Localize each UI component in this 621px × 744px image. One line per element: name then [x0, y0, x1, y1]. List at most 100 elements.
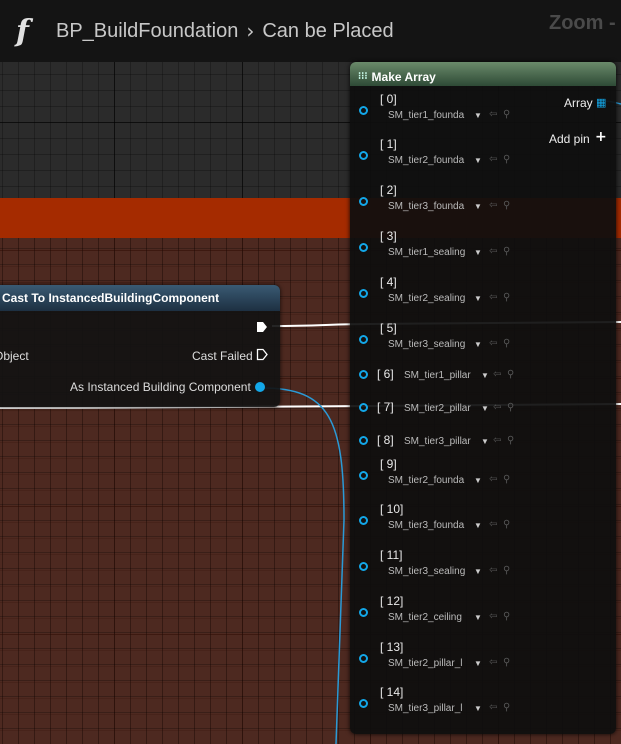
- chevron-down-icon[interactable]: ▼: [474, 704, 482, 713]
- component-output-label: As Instanced Building Component: [70, 380, 251, 394]
- array-element-pin-row[interactable]: [ 8] SM_tier3_pillar ▼ ⇦ ⚲: [350, 431, 525, 451]
- browse-asset-icon[interactable]: ⚲: [507, 435, 537, 447]
- exec-out-pin-icon[interactable]: [256, 321, 268, 333]
- chevron-down-icon[interactable]: ▼: [474, 521, 482, 530]
- asset-dropdown[interactable]: SM_tier2_sealing ▼: [388, 291, 483, 306]
- asset-dropdown[interactable]: SM_tier3_sealing ▼: [388, 337, 483, 352]
- element-index-label: [ 12]: [380, 594, 404, 608]
- element-index-label: [ 8]: [377, 433, 394, 447]
- asset-dropdown[interactable]: SM_tier2_pillar_l ▼: [388, 656, 483, 671]
- asset-dropdown[interactable]: SM_tier2_ceiling ▼: [388, 610, 483, 625]
- array-element-pin-row[interactable]: [ 0] SM_tier1_founda ▼ ⇦ ⚲: [350, 92, 520, 126]
- chevron-down-icon[interactable]: ▼: [481, 371, 489, 380]
- array-element-pin-row[interactable]: [ 12] SM_tier2_ceiling ▼ ⇦ ⚲: [350, 594, 520, 628]
- array-element-pin-row[interactable]: [ 4] SM_tier2_sealing ▼ ⇦ ⚲: [350, 275, 520, 309]
- browse-asset-icon[interactable]: ⚲: [503, 292, 533, 304]
- element-index-label: [ 13]: [380, 640, 404, 654]
- element-input-pin-icon[interactable]: [359, 516, 368, 525]
- cast-node[interactable]: Cast To InstancedBuildingComponent Objec…: [0, 285, 280, 407]
- title-bar: f BP_BuildFoundation › Can be Placed Zoo…: [0, 0, 621, 62]
- browse-asset-icon[interactable]: ⚲: [503, 702, 533, 714]
- element-input-pin-icon[interactable]: [359, 197, 368, 206]
- asset-dropdown[interactable]: SM_tier2_founda ▼: [388, 473, 483, 488]
- asset-dropdown[interactable]: SM_tier3_founda ▼: [388, 199, 483, 214]
- chevron-down-icon[interactable]: ▼: [474, 202, 482, 211]
- element-input-pin-icon[interactable]: [359, 243, 368, 252]
- make-array-node[interactable]: ⁝⁝⁝ Make Array Array ▦ Add pin + [ 0] SM_…: [350, 62, 616, 734]
- array-element-pin-row[interactable]: [ 14] SM_tier3_pillar_l ▼ ⇦ ⚲: [350, 685, 520, 719]
- asset-dropdown[interactable]: SM_tier1_sealing ▼: [388, 245, 483, 260]
- browse-asset-icon[interactable]: ⚲: [503, 154, 533, 166]
- function-icon: f: [16, 13, 29, 49]
- chevron-down-icon[interactable]: ▼: [474, 613, 482, 622]
- browse-asset-icon[interactable]: ⚲: [503, 338, 533, 350]
- asset-dropdown[interactable]: SM_tier3_founda ▼: [388, 518, 483, 533]
- asset-dropdown[interactable]: SM_tier3_sealing ▼: [388, 564, 483, 579]
- array-element-pin-row[interactable]: [ 10] SM_tier3_founda ▼ ⇦ ⚲: [350, 502, 520, 536]
- make-array-title-bar[interactable]: ⁝⁝⁝ Make Array: [350, 62, 616, 86]
- chevron-down-icon[interactable]: ▼: [481, 437, 489, 446]
- browse-asset-icon[interactable]: ⚲: [503, 657, 533, 669]
- element-index-label: [ 2]: [380, 183, 397, 197]
- array-element-pin-row[interactable]: [ 1] SM_tier2_founda ▼ ⇦ ⚲: [350, 137, 520, 171]
- cast-node-title[interactable]: Cast To InstancedBuildingComponent: [0, 285, 280, 311]
- element-input-pin-icon[interactable]: [359, 335, 368, 344]
- browse-asset-icon[interactable]: ⚲: [503, 565, 533, 577]
- element-input-pin-icon[interactable]: [359, 471, 368, 480]
- chevron-down-icon[interactable]: ▼: [474, 659, 482, 668]
- add-pin-icon[interactable]: +: [595, 129, 607, 145]
- asset-dropdown[interactable]: SM_tier1_pillar ▼: [404, 368, 489, 383]
- browse-asset-icon[interactable]: ⚲: [503, 519, 533, 531]
- element-input-pin-icon[interactable]: [359, 562, 368, 571]
- chevron-down-icon[interactable]: ▼: [474, 111, 482, 120]
- browse-asset-icon[interactable]: ⚲: [507, 369, 537, 381]
- array-element-pin-row[interactable]: [ 5] SM_tier3_sealing ▼ ⇦ ⚲: [350, 321, 520, 355]
- element-input-pin-icon[interactable]: [359, 654, 368, 663]
- browse-asset-icon[interactable]: ⚲: [503, 611, 533, 623]
- asset-dropdown[interactable]: SM_tier3_pillar_l ▼: [388, 701, 483, 716]
- browse-asset-icon[interactable]: ⚲: [503, 246, 533, 258]
- asset-dropdown[interactable]: SM_tier3_pillar ▼: [404, 434, 489, 449]
- browse-asset-icon[interactable]: ⚲: [507, 402, 537, 414]
- asset-name: SM_tier3_sealing: [388, 566, 466, 577]
- element-input-pin-icon[interactable]: [359, 289, 368, 298]
- cast-failed-pin-icon[interactable]: [256, 348, 268, 361]
- element-input-pin-icon[interactable]: [359, 608, 368, 617]
- element-input-pin-icon[interactable]: [359, 106, 368, 115]
- element-input-pin-icon[interactable]: [359, 151, 368, 160]
- chevron-down-icon[interactable]: ▼: [474, 340, 482, 349]
- chevron-down-icon[interactable]: ▼: [481, 404, 489, 413]
- cast-failed-label: Cast Failed: [192, 349, 253, 363]
- asset-dropdown[interactable]: SM_tier2_pillar ▼: [404, 401, 489, 416]
- chevron-down-icon[interactable]: ▼: [474, 248, 482, 257]
- chevron-down-icon[interactable]: ▼: [474, 294, 482, 303]
- browse-asset-icon[interactable]: ⚲: [503, 474, 533, 486]
- array-element-pin-row[interactable]: [ 3] SM_tier1_sealing ▼ ⇦ ⚲: [350, 229, 520, 263]
- component-output-pin-icon[interactable]: [255, 382, 265, 392]
- array-element-pin-row[interactable]: [ 7] SM_tier2_pillar ▼ ⇦ ⚲: [350, 398, 525, 418]
- element-input-pin-icon[interactable]: [359, 699, 368, 708]
- browse-asset-icon[interactable]: ⚲: [503, 200, 533, 212]
- element-index-label: [ 4]: [380, 275, 397, 289]
- browse-asset-icon[interactable]: ⚲: [503, 109, 533, 121]
- array-output-label: Array: [564, 96, 593, 110]
- chevron-down-icon[interactable]: ▼: [474, 476, 482, 485]
- asset-dropdown[interactable]: SM_tier2_founda ▼: [388, 153, 483, 168]
- element-input-pin-icon[interactable]: [359, 403, 368, 412]
- array-element-pin-row[interactable]: [ 11] SM_tier3_sealing ▼ ⇦ ⚲: [350, 548, 520, 582]
- array-grid-pin-icon[interactable]: ▦: [596, 96, 606, 109]
- asset-name: SM_tier3_pillar_l: [388, 703, 463, 714]
- element-index-label: [ 7]: [377, 400, 394, 414]
- array-element-pin-row[interactable]: [ 2] SM_tier3_founda ▼ ⇦ ⚲: [350, 183, 520, 217]
- breadcrumb-blueprint[interactable]: BP_BuildFoundation: [56, 20, 238, 43]
- element-input-pin-icon[interactable]: [359, 370, 368, 379]
- chevron-down-icon[interactable]: ▼: [474, 567, 482, 576]
- array-element-pin-row[interactable]: [ 9] SM_tier2_founda ▼ ⇦ ⚲: [350, 457, 520, 491]
- array-element-pin-row[interactable]: [ 6] SM_tier1_pillar ▼ ⇦ ⚲: [350, 365, 525, 385]
- asset-dropdown[interactable]: SM_tier1_founda ▼: [388, 108, 483, 123]
- add-pin-label[interactable]: Add pin: [549, 132, 590, 146]
- element-index-label: [ 0]: [380, 92, 397, 106]
- element-input-pin-icon[interactable]: [359, 436, 368, 445]
- chevron-down-icon[interactable]: ▼: [474, 156, 482, 165]
- array-element-pin-row[interactable]: [ 13] SM_tier2_pillar_l ▼ ⇦ ⚲: [350, 640, 520, 674]
